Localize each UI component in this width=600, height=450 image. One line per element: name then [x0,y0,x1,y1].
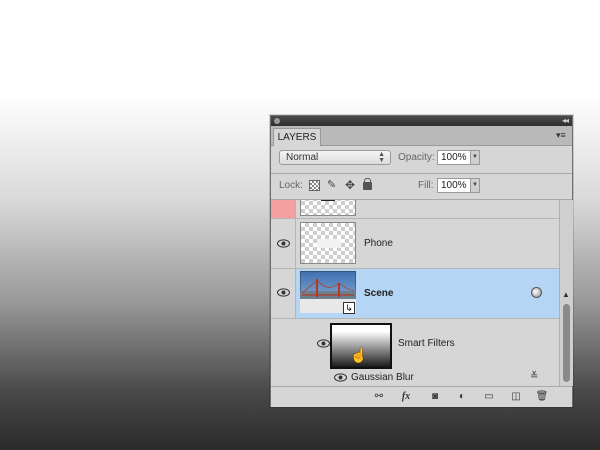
eye-icon[interactable] [317,339,330,348]
delete-layer-icon[interactable]: 🗑 [535,391,549,403]
layer-thumbnail[interactable] [300,222,356,264]
blend-row: Normal ▲ ▼ Opacity: 100% ▼ [271,146,572,172]
panel-titlebar[interactable]: ◂◂ [271,116,572,126]
lock-pixels-icon[interactable]: ✎ [327,180,338,191]
layers-panel: ◂◂ LAYERS ▾≡ Normal ▲ ▼ Opacity: 100% ▼ L… [270,115,573,407]
opacity-label: Opacity: [398,152,435,163]
layer-name[interactable]: Phone [364,238,393,249]
fill-label: Fill: [418,180,434,191]
fx-icon[interactable]: fx [399,391,413,403]
opacity-value: 100% [441,152,467,163]
layer-row-phone[interactable]: Phone [271,219,559,269]
layer-name[interactable]: Gaussian Blur [351,372,414,383]
layer-row[interactable] [271,200,559,219]
layer-thumbnail[interactable] [300,200,356,216]
layer-row-gaussian-blur[interactable]: Gaussian Blur ≚ [271,371,559,386]
chevron-updown-icon: ▲ ▼ [378,151,385,164]
scroll-up-icon[interactable]: ▲ [562,290,570,299]
blend-mode-select[interactable]: Normal ▲ ▼ [279,150,391,165]
blend-mode-value: Normal [286,152,319,163]
link-layers-icon[interactable]: ⚯ [372,391,386,403]
layers-list: Phone ↳ Scene ☝ Smart Filters Gaussian B… [271,200,559,386]
tab-layers[interactable]: LAYERS [273,128,321,146]
scroll-thumb[interactable] [563,304,570,382]
new-group-icon[interactable]: ▭ [482,391,496,403]
panel-tabbar: LAYERS ▾≡ [271,126,572,146]
eye-icon[interactable] [277,288,290,297]
new-layer-icon[interactable]: ◫ [509,391,523,403]
visibility-toggle[interactable] [271,219,296,268]
layer-name[interactable]: Smart Filters [398,338,455,349]
opacity-dropdown-icon[interactable]: ▼ [470,151,479,164]
lock-transparency-icon[interactable] [309,180,320,191]
scrollbar[interactable]: ▲ [559,200,573,386]
bottom-toolbar: ⚯ fx ◙ ◐ ▭ ◫ 🗑 [271,386,572,407]
lock-label: Lock: [279,180,303,191]
layer-color-tag[interactable] [271,200,296,218]
fill-field[interactable]: 100% ▼ [437,178,480,193]
adjustment-layer-icon[interactable]: ◐ [455,391,469,403]
smart-filter-icon[interactable] [531,287,542,298]
fill-dropdown-icon[interactable]: ▼ [470,179,479,192]
visibility-toggle[interactable] [271,269,296,318]
filter-mask-thumbnail[interactable]: ☝ [330,323,392,369]
lock-row: Lock: ✎ ✥ Fill: 100% ▼ [271,174,572,198]
blending-options-icon[interactable]: ≚ [530,371,538,382]
lock-position-icon[interactable]: ✥ [345,179,356,191]
layer-row-smart-filters[interactable]: ☝ Smart Filters [271,319,559,371]
fill-value: 100% [441,180,467,191]
add-mask-icon[interactable]: ◙ [428,391,442,403]
layer-row-scene[interactable]: ↳ Scene [271,269,559,319]
collapse-icon[interactable]: ◂◂ [562,116,569,126]
eye-icon[interactable] [277,239,290,248]
opacity-field[interactable]: 100% ▼ [437,150,480,165]
layer-name[interactable]: Scene [364,288,393,299]
close-icon[interactable] [274,118,280,124]
lock-all-icon[interactable] [363,178,372,190]
hand-cursor-icon: ☝ [350,347,368,363]
panel-menu-icon[interactable]: ▾≡ [556,129,568,141]
eye-icon[interactable] [334,373,347,382]
smart-object-badge-icon: ↳ [343,302,355,314]
